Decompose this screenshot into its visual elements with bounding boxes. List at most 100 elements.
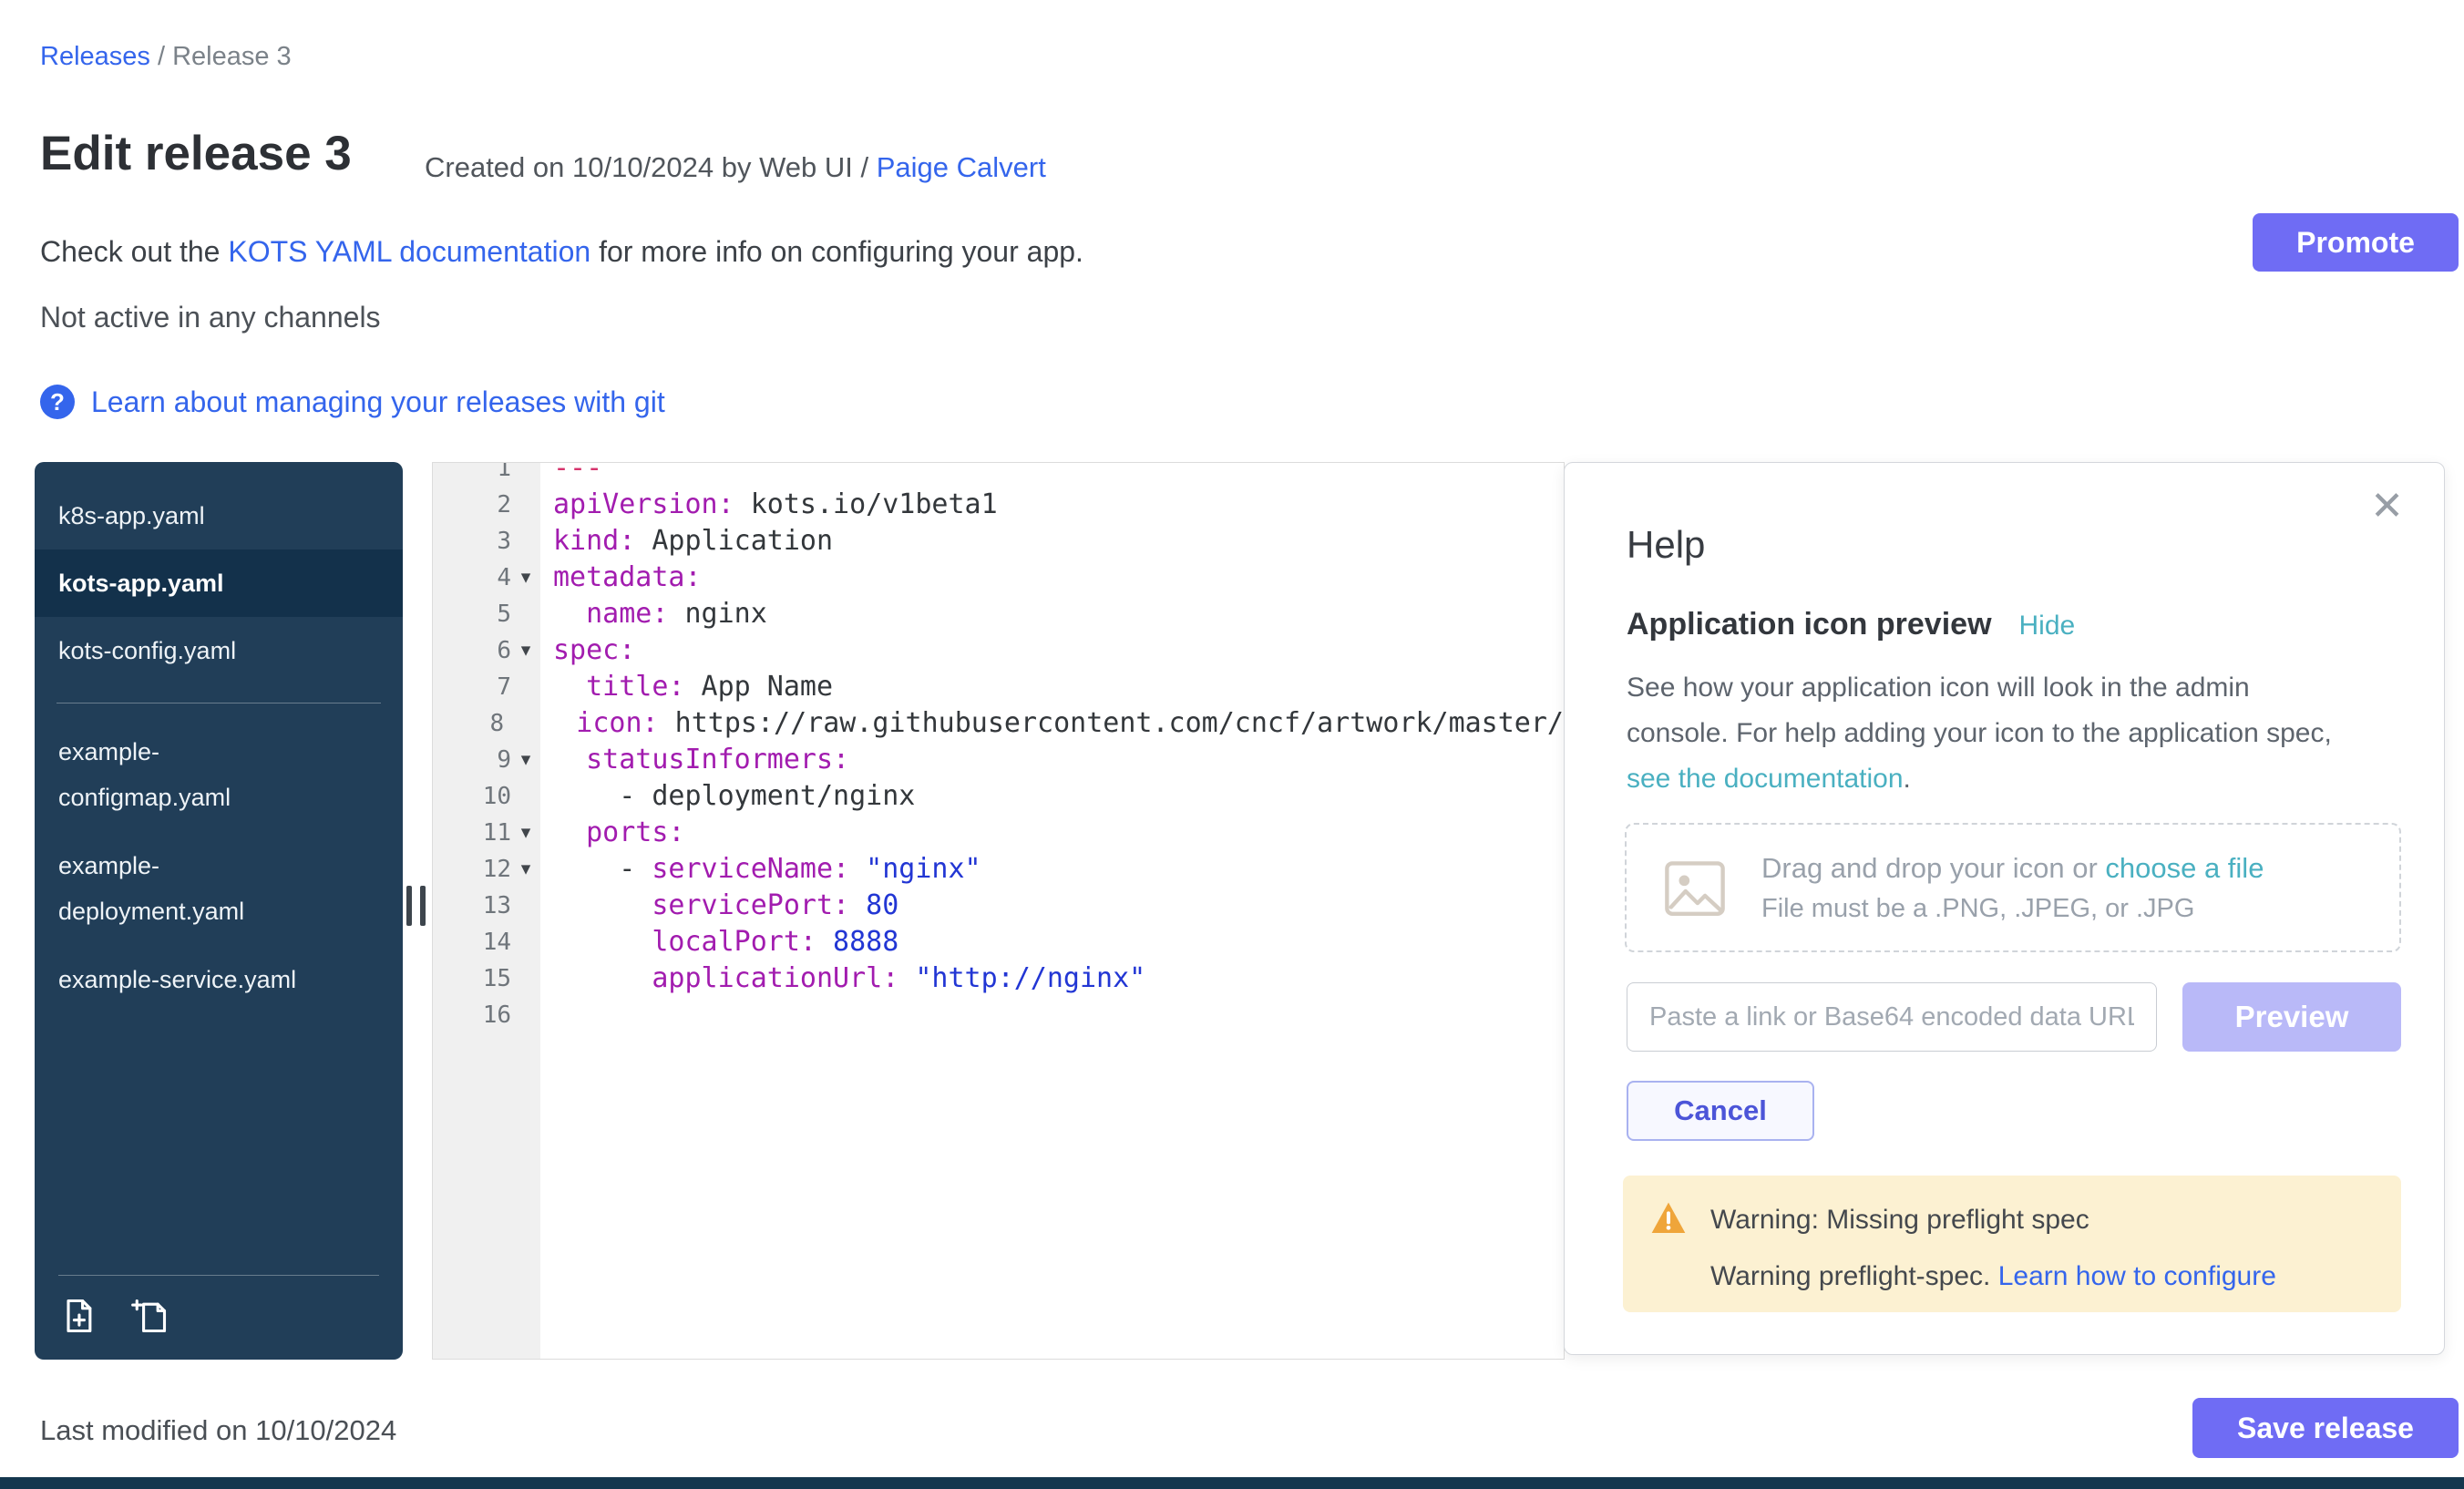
warning-detail-text: Warning preflight-spec. [1710,1261,1998,1291]
description-line-2: console. For help adding your icon to th… [1627,711,2401,756]
line-number[interactable]: 14 [433,924,511,960]
breadcrumb: Releases / Release 3 [40,42,292,72]
page-title: Edit release 3 [40,126,352,181]
breadcrumb-separator: / [158,42,165,71]
code-text: localPort: 8888 [540,924,898,960]
choose-file-link[interactable]: choose a file [2105,852,2264,884]
kots-yaml-docs-link[interactable]: KOTS YAML documentation [228,235,590,268]
line-number[interactable]: 12 [433,851,511,888]
line-number[interactable]: 2 [433,487,511,523]
code-editor[interactable]: 1 --- 2 apiVersion: kots.io/v1beta1 3 kind: A… [432,462,1565,1360]
line-number[interactable]: 4 [433,560,511,596]
icon-preview-description: See how your application icon will look … [1627,665,2401,802]
editor-line: 16 [433,997,1564,1033]
line-number[interactable]: 8 [433,705,504,742]
fold-toggle-icon [511,596,540,632]
file-tree-item[interactable]: example-deployment.yaml [35,843,403,934]
upload-file-icon[interactable] [58,1296,98,1336]
fold-toggle-icon[interactable]: ▾ [511,560,540,596]
file-name: kots-config.yaml [58,637,236,664]
code-text: --- [540,462,602,487]
fold-toggle-icon [511,462,540,487]
fold-toggle-icon [511,888,540,924]
docs-line: Check out the KOTS YAML documentation fo… [40,235,1083,269]
fold-toggle-icon[interactable]: ▾ [511,851,540,888]
file-tree-item[interactable]: k8s-app.yaml [35,482,403,549]
dropzone-hint: File must be a .PNG, .JPEG, or .JPG [1761,894,2264,924]
see-documentation-link[interactable]: see the documentation [1627,764,1904,794]
dropzone-instruction-text: Drag and drop your icon or [1761,852,2105,884]
editor-line: 5 name: nginx [433,596,1564,632]
line-number[interactable]: 5 [433,596,511,632]
bottom-strip [0,1477,2464,1489]
help-panel: ✕ Help Application icon preview Hide See… [1564,462,2445,1355]
new-file-icon[interactable] [129,1296,169,1336]
warning-title: Warning: Missing preflight spec [1710,1205,2089,1236]
file-name: example-deployment.yaml [58,843,313,934]
save-release-button[interactable]: Save release [2192,1398,2459,1458]
file-tree-item[interactable]: kots-config.yaml [35,617,403,684]
promote-button[interactable]: Promote [2253,213,2459,272]
breadcrumb-releases-link[interactable]: Releases [40,42,150,71]
editor-lines: 1 --- 2 apiVersion: kots.io/v1beta1 3 kind: A… [433,462,1564,1033]
icon-url-input[interactable] [1627,982,2157,1052]
git-help-row: ? Learn about managing your releases wit… [40,385,665,419]
preflight-warning-box: Warning: Missing preflight spec Warning … [1623,1176,2401,1312]
line-number[interactable]: 7 [433,669,511,705]
close-icon[interactable]: ✕ [2370,487,2404,527]
line-number[interactable]: 16 [433,997,511,1033]
editor-line: 15 applicationUrl: "http://nginx" [433,960,1564,997]
fold-toggle-icon[interactable]: ▾ [511,815,540,851]
hide-link[interactable]: Hide [2019,611,2076,642]
file-tree-item[interactable]: kots-app.yaml [35,549,403,617]
line-number[interactable]: 11 [433,815,511,851]
editor-line: 1 --- [433,462,1564,487]
file-tree-secondary: example-configmap.yaml example-deployment… [35,729,403,1002]
cancel-button[interactable]: Cancel [1627,1081,1814,1141]
preview-button[interactable]: Preview [2182,982,2401,1052]
code-text: ports: [540,815,685,851]
pane-resize-handle-left[interactable] [406,886,426,926]
warning-detail: Warning preflight-spec. Learn how to con… [1710,1261,2276,1292]
editor-line: 8 icon: https://raw.githubusercontent.co… [433,705,1564,742]
fold-toggle-icon[interactable]: ▾ [511,742,540,778]
code-text: applicationUrl: "http://nginx" [540,960,1145,997]
image-placeholder-icon [1663,859,1727,916]
editor-line: 3 kind: Application [433,523,1564,560]
editor-line: 12▾ - serviceName: "nginx" [433,851,1564,888]
editor-line: 10 - deployment/nginx [433,778,1564,815]
docs-prefix: Check out the [40,235,228,268]
git-releases-link[interactable]: Learn about managing your releases with … [91,385,665,419]
line-number[interactable]: 9 [433,742,511,778]
line-number[interactable]: 10 [433,778,511,815]
docs-suffix: for more info on configuring your app. [590,235,1083,268]
author-link[interactable]: Paige Calvert [877,151,1046,183]
file-tree-primary: k8s-app.yaml kots-app.yaml kots-config.yam… [35,462,403,684]
learn-configure-link[interactable]: Learn how to configure [1998,1261,2276,1291]
editor-line: 6▾spec: [433,632,1564,669]
code-text: title: App Name [540,669,833,705]
description-line-3-suffix: . [1904,764,1911,794]
line-number[interactable]: 6 [433,632,511,669]
fold-toggle-icon[interactable]: ▾ [511,632,540,669]
file-tree-item[interactable]: example-configmap.yaml [35,729,403,820]
editor-line: 4▾metadata: [433,560,1564,596]
code-text: apiVersion: kots.io/v1beta1 [540,487,998,523]
channel-status: Not active in any channels [40,301,381,334]
icon-preview-section-header: Application icon preview Hide [1627,607,2075,642]
code-text: - serviceName: "nginx" [540,851,981,888]
file-name: example-configmap.yaml [58,729,313,820]
line-number[interactable]: 3 [433,523,511,560]
code-text: statusInformers: [540,742,849,778]
file-name: k8s-app.yaml [58,502,205,529]
icon-dropzone[interactable]: Drag and drop your icon or choose a file… [1625,823,2401,952]
fold-toggle-icon [511,960,540,997]
description-line-3: see the documentation. [1627,756,2401,802]
created-text: Created on 10/10/2024 by Web UI / [425,151,877,183]
file-tree-item[interactable]: example-service.yaml [35,957,403,1002]
code-text: kind: Application [540,523,833,560]
line-number[interactable]: 1 [433,462,511,487]
line-number[interactable]: 15 [433,960,511,997]
fold-toggle-icon [511,924,540,960]
line-number[interactable]: 13 [433,888,511,924]
